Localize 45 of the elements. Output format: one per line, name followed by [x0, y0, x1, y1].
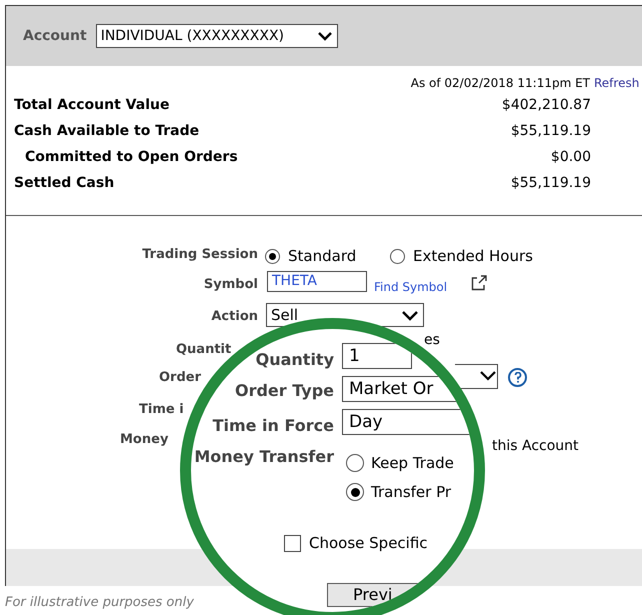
quantity-input[interactable]: 1 [342, 343, 412, 369]
field-label: Time i [139, 401, 184, 419]
checkbox-label: Choose Specific [309, 533, 428, 554]
radio-label: Transfer Pr [371, 482, 452, 503]
field-label: Order Type [234, 380, 334, 402]
refresh-link[interactable]: Refresh [594, 74, 640, 92]
field-label: Action [210, 308, 258, 326]
order-type-select-edge[interactable] [455, 364, 498, 389]
caption: For illustrative purposes only [5, 594, 194, 612]
balance-value: $55,119.19 [510, 122, 591, 140]
balance-label: Committed to Open Orders [24, 148, 238, 166]
help-icon[interactable] [508, 368, 527, 387]
radio-button[interactable] [346, 454, 364, 472]
external-link-icon[interactable] [471, 275, 487, 291]
account-select[interactable]: INDIVIDUAL (XXXXXXXXX) [96, 24, 338, 48]
account-label: Account [23, 26, 87, 46]
field-label: Money [120, 431, 168, 449]
time-in-force-select[interactable]: Day [342, 409, 472, 435]
radio-label: Extended Hours [413, 246, 533, 267]
field-label: Order [159, 369, 201, 387]
radio-label: Standard [288, 246, 356, 267]
balance-label: Cash Available to Trade [14, 122, 200, 140]
field-label: Trading Session [141, 246, 258, 264]
field-label: Symbol [202, 276, 258, 294]
field-label: Quantit [176, 341, 232, 359]
quantity-unit: es [424, 331, 440, 350]
balance-label: Settled Cash [14, 174, 114, 192]
balance-value: $55,119.19 [510, 174, 591, 192]
radio-button[interactable] [346, 483, 364, 502]
field-label: Money Transfer [194, 446, 334, 468]
balance-value: $0.00 [550, 148, 591, 166]
balance-label: Total Account Value [14, 96, 170, 114]
radio-button[interactable] [390, 248, 405, 264]
radio-label: Keep Trade [371, 453, 454, 474]
transfer-note: this Account [492, 437, 579, 456]
chevron-icon [401, 310, 419, 320]
checkbox[interactable] [284, 534, 301, 552]
find-symbol-link[interactable]: Find Symbol [374, 278, 448, 296]
field-label: Quantity [256, 349, 334, 371]
balance-value: $402,210.87 [502, 96, 591, 114]
as-of-timestamp: As of 02/02/2018 11:11pm ET [410, 75, 590, 92]
radio-button[interactable] [265, 248, 280, 264]
symbol-input[interactable]: THETA [267, 271, 367, 292]
chevron-icon [316, 31, 333, 41]
field-label: Time in Force [212, 415, 334, 437]
